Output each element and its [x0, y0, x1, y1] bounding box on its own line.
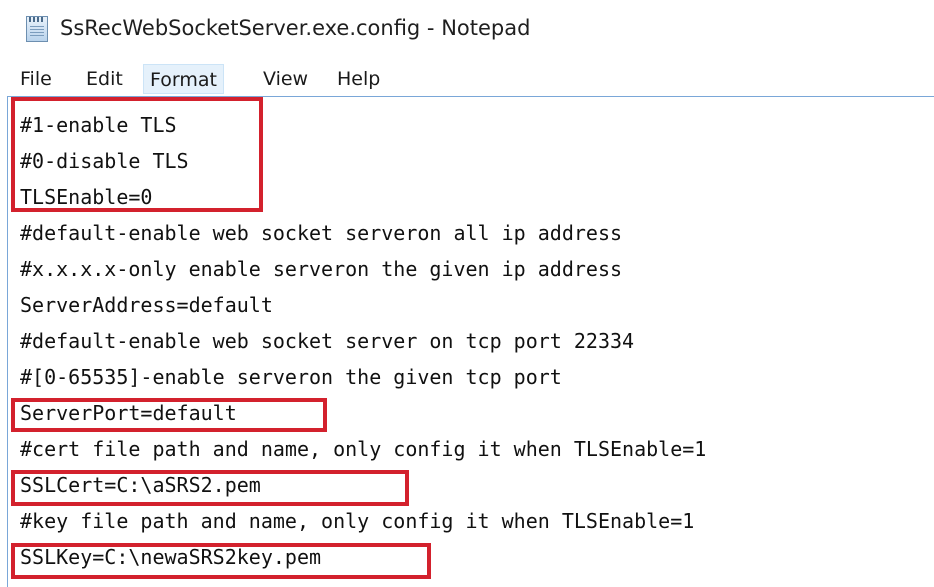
- text-line: #default-enable web socket server on tcp…: [20, 329, 635, 353]
- highlight-box-serverport: [11, 398, 327, 432]
- text-line: #default-enable web socket serveron all …: [20, 221, 623, 245]
- notepad-icon: [26, 16, 48, 42]
- text-line: #cert file path and name, only config it…: [20, 437, 707, 461]
- menu-format[interactable]: Format: [143, 64, 224, 94]
- highlight-box-sslcert: [11, 470, 409, 506]
- window-title: SsRecWebSocketServer.exe.config - Notepa…: [60, 16, 531, 40]
- text-line: ServerAddress=default: [20, 293, 273, 317]
- menu-file[interactable]: File: [14, 64, 58, 94]
- highlight-box-sslkey: [11, 543, 431, 579]
- highlight-box-tls: [11, 97, 263, 212]
- text-line: #[0-65535]-enable serveron the given tcp…: [20, 365, 562, 389]
- text-editor-area[interactable]: #1-enable TLS #0-disable TLS TLSEnable=0…: [7, 96, 934, 587]
- menu-help[interactable]: Help: [331, 64, 386, 94]
- text-line: #key file path and name, only config it …: [20, 509, 695, 533]
- menu-bar: File Edit Format View Help: [0, 62, 934, 96]
- menu-edit[interactable]: Edit: [80, 64, 129, 94]
- menu-view[interactable]: View: [257, 64, 314, 94]
- text-line: #x.x.x.x-only enable serveron the given …: [20, 257, 623, 281]
- title-bar: SsRecWebSocketServer.exe.config - Notepa…: [0, 0, 934, 62]
